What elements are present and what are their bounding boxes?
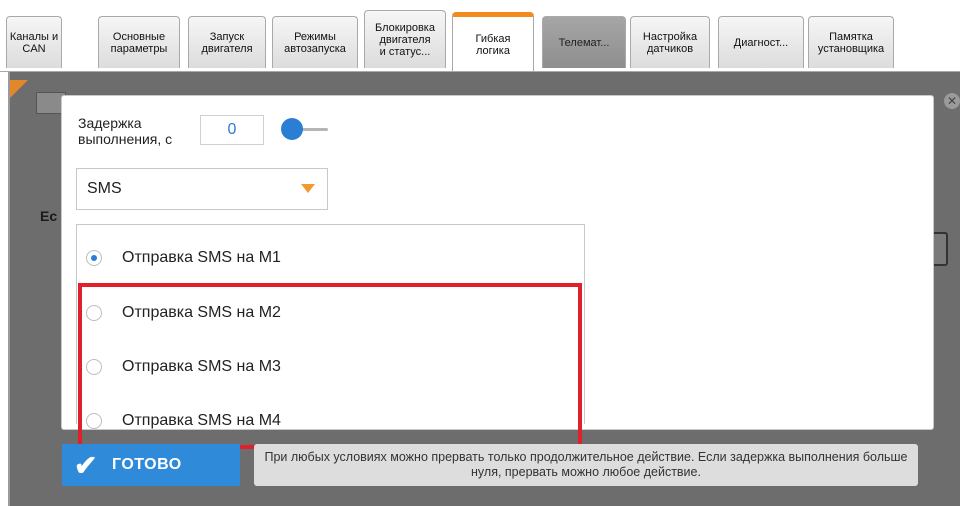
tab-diagnostics[interactable]: Диагност... xyxy=(718,16,804,68)
option-sms-m1[interactable]: Отправка SMS на М1 xyxy=(78,243,281,273)
radio-icon-checked[interactable] xyxy=(86,250,102,266)
delay-slider-track[interactable] xyxy=(300,128,328,131)
tab-sensor-setup[interactable]: Настройка датчиков xyxy=(630,16,710,68)
action-type-select[interactable]: SMS xyxy=(76,168,328,210)
option-label: Отправка SMS на М3 xyxy=(122,358,281,375)
delay-input[interactable]: 0 xyxy=(200,115,264,145)
corner-marker xyxy=(10,80,28,98)
tab-installer-memo[interactable]: Памятка установщика xyxy=(808,16,894,68)
tab-autostart-modes[interactable]: Режимы автозапуска xyxy=(272,16,358,68)
option-sms-m3[interactable]: Отправка SMS на М3 xyxy=(78,352,281,382)
delay-slider-knob[interactable] xyxy=(281,118,303,140)
radio-icon[interactable] xyxy=(86,305,102,321)
option-sms-m2[interactable]: Отправка SMS на М2 xyxy=(78,298,281,328)
done-label: ГОТОВО xyxy=(112,456,182,473)
tab-flexible-logic[interactable]: Гибкая логика xyxy=(452,12,534,72)
tab-telematics[interactable]: Телемат... xyxy=(542,16,626,68)
tab-engine-lock[interactable]: Блокировка двигателя и статус... xyxy=(364,10,446,68)
tab-main-params[interactable]: Основные параметры xyxy=(98,16,180,68)
check-icon: ✔ xyxy=(74,449,98,481)
backdrop-edge xyxy=(8,72,10,506)
radio-icon[interactable] xyxy=(86,359,102,375)
option-label: Отправка SMS на М4 xyxy=(122,412,281,429)
option-label: Отправка SMS на М2 xyxy=(122,304,281,321)
hint-note: При любых условиях можно прервать только… xyxy=(254,444,918,486)
radio-icon[interactable] xyxy=(86,413,102,429)
tab-channels-can[interactable]: Каналы и CAN xyxy=(6,16,62,68)
tab-bar: Каналы и CAN Основные параметры Запуск д… xyxy=(0,0,960,72)
close-icon[interactable]: ✕ xyxy=(944,93,960,109)
delay-label: Задержка выполнения, с xyxy=(78,115,173,147)
option-sms-m4[interactable]: Отправка SMS на М4 xyxy=(78,406,281,436)
action-type-value: SMS xyxy=(87,180,122,197)
background-label: Ес xyxy=(40,208,58,224)
option-label: Отправка SMS на М1 xyxy=(122,249,281,266)
tab-engine-start[interactable]: Запуск двигателя xyxy=(188,16,266,68)
done-button[interactable]: ✔ ГОТОВО xyxy=(62,444,240,486)
caret-down-icon xyxy=(301,184,315,193)
